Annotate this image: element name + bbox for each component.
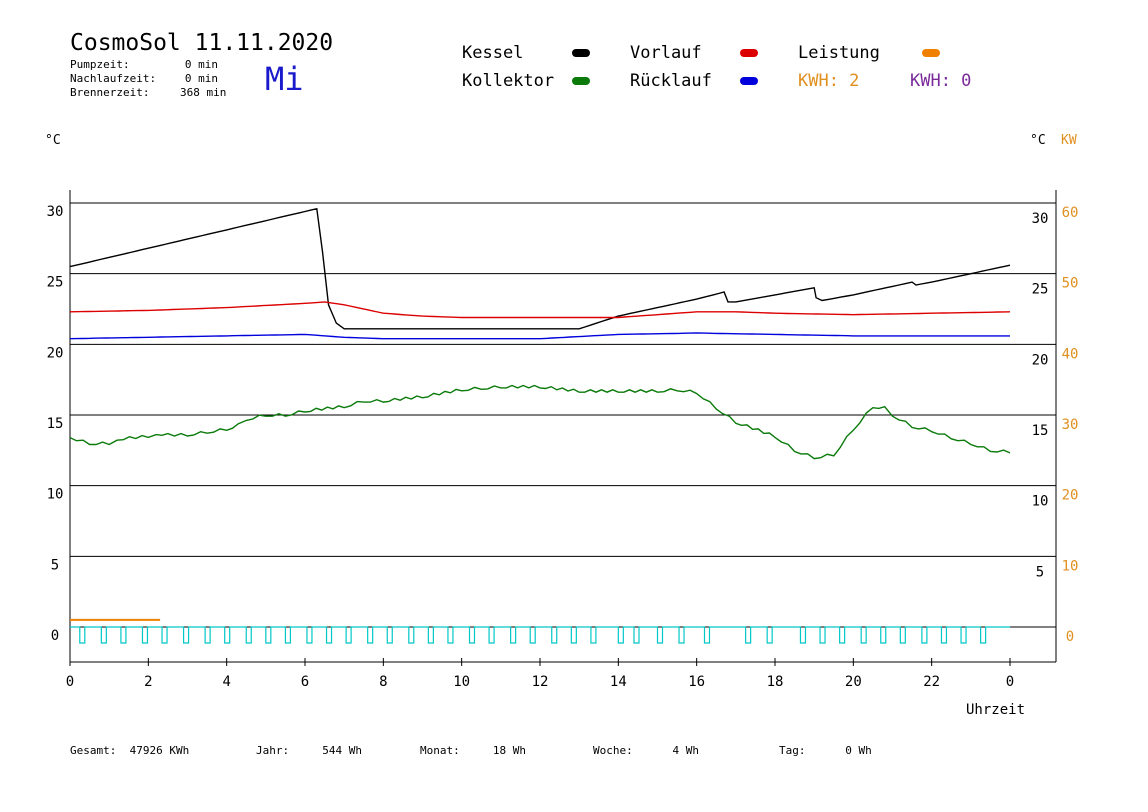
x-tick-label: 0 bbox=[66, 674, 74, 690]
x-axis-label: Uhrzeit bbox=[966, 702, 1026, 718]
x-tick-label: 8 bbox=[379, 674, 387, 690]
y-tick-label-kw: 30 bbox=[1062, 417, 1079, 433]
x-tick-label: 20 bbox=[845, 674, 862, 690]
x-tick-label: 6 bbox=[301, 674, 309, 690]
jahr-value: 544 Wh bbox=[322, 744, 362, 757]
series-line-vorlauf bbox=[69, 301, 1011, 319]
y-tick-label-kw: 40 bbox=[1062, 346, 1079, 362]
pump-cycle-line bbox=[70, 626, 1010, 644]
y-tick-label-right: 10 bbox=[1032, 494, 1049, 510]
y-tick-label-kw: 10 bbox=[1062, 558, 1079, 574]
woche-value: 4 Wh bbox=[672, 744, 700, 757]
gesamt-label: Gesamt: bbox=[70, 744, 117, 757]
y-tick-label-left: 25 bbox=[47, 275, 64, 291]
x-tick-label: 16 bbox=[688, 674, 705, 690]
x-tick-label: 0 bbox=[1006, 674, 1014, 690]
y-tick-label-kw: 60 bbox=[1062, 205, 1079, 221]
x-tick-label: 18 bbox=[767, 674, 784, 690]
monat-value: 18 Wh bbox=[492, 744, 526, 757]
footer-tag: Tag: 0 Wh bbox=[779, 744, 872, 757]
x-tick-label: 4 bbox=[222, 674, 230, 690]
y-tick-label-left: 5 bbox=[51, 557, 59, 573]
x-tick-label: 12 bbox=[532, 674, 549, 690]
x-tick-label: 14 bbox=[610, 674, 627, 690]
jahr-label: Jahr: bbox=[256, 744, 290, 757]
series-line-rcklauf bbox=[69, 332, 1010, 340]
gesamt-value: 47926 KWh bbox=[129, 744, 190, 757]
tag-value: 0 Wh bbox=[845, 744, 872, 757]
monat-label: Monat: bbox=[420, 744, 460, 757]
series-line-kessel bbox=[69, 207, 1011, 330]
x-tick-label: 10 bbox=[453, 674, 470, 690]
y-tick-label-right: 5 bbox=[1036, 564, 1044, 580]
y-tick-label-left: 0 bbox=[51, 628, 59, 644]
x-tick-label: 2 bbox=[144, 674, 152, 690]
temperature-chart: 0 2 4 6 8 10 12 14 16 18 20 22 030252015105030252015… bbox=[47, 190, 1079, 690]
y-tick-label-right: 25 bbox=[1032, 282, 1049, 298]
footer-jahr: Jahr: 544 Wh bbox=[256, 744, 362, 757]
tag-label: Tag: bbox=[779, 744, 806, 757]
y-tick-label-left: 30 bbox=[47, 204, 64, 220]
y-tick-label-right: 30 bbox=[1032, 211, 1049, 227]
footer-monat: Monat: 18 Wh bbox=[420, 744, 526, 757]
y-tick-label-kw: 50 bbox=[1062, 276, 1079, 292]
y-tick-label-kw: 0 bbox=[1066, 629, 1074, 645]
y-tick-label-left: 20 bbox=[47, 345, 64, 361]
y-tick-label-left: 10 bbox=[47, 487, 64, 503]
series-line-kollektor bbox=[69, 384, 1011, 460]
footer-woche: Woche: 4 Wh bbox=[593, 744, 699, 757]
woche-label: Woche: bbox=[593, 744, 633, 757]
y-tick-label-right: 15 bbox=[1032, 423, 1049, 439]
y-tick-label-right: 20 bbox=[1032, 352, 1049, 368]
y-tick-label-left: 15 bbox=[47, 416, 64, 432]
footer-gesamt: Gesamt: 47926 KWh bbox=[70, 744, 189, 757]
y-tick-label-kw: 20 bbox=[1062, 488, 1079, 504]
x-tick-label: 22 bbox=[923, 674, 940, 690]
